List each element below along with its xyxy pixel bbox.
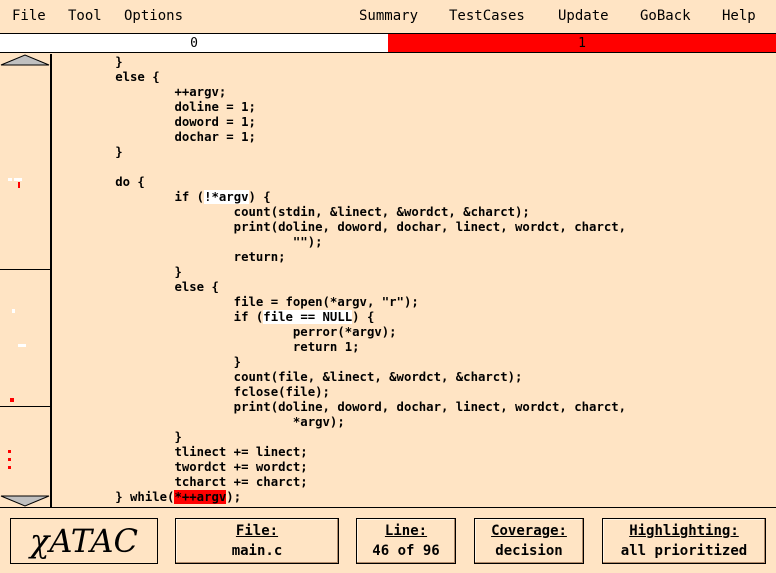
coverage-mark (18, 344, 26, 347)
code-line: perror(*argv); (56, 325, 397, 339)
code-line: tlinect += linect; (56, 445, 308, 459)
code-line: } (56, 430, 182, 444)
coverage-panel-value: decision (495, 543, 563, 559)
atac-logo: χATAC (10, 518, 158, 564)
menu-bar: File Tool Options Summary TestCases Upda… (0, 0, 776, 32)
menu-file[interactable]: File (12, 8, 46, 24)
progress-segment-covered: 0 (0, 34, 388, 52)
code-line: } while(*++argv); (56, 490, 242, 504)
file-panel[interactable]: File: main.c (175, 518, 339, 564)
code-line: fclose(file); (56, 385, 330, 399)
coverage-mark (8, 450, 11, 453)
code-line: dochar = 1; (56, 130, 256, 144)
code-line: count(file, &linect, &wordct, &charct); (56, 370, 523, 384)
code-line: file = fopen(*argv, "r"); (56, 295, 419, 309)
code-line: } (56, 55, 123, 69)
triangle-down-icon[interactable] (0, 495, 50, 507)
code-line: print(doline, doword, dochar, linect, wo… (56, 400, 627, 414)
menu-tool[interactable]: Tool (68, 8, 102, 24)
code-line: if (!*argv) { (56, 190, 271, 204)
menu-testcases[interactable]: TestCases (449, 8, 525, 24)
code-line: return; (56, 250, 286, 264)
file-panel-value: main.c (231, 543, 283, 559)
menu-update[interactable]: Update (558, 8, 609, 24)
uncovered-highlight[interactable]: *++argv (174, 490, 227, 504)
code-line: twordct += wordct; (56, 460, 308, 474)
coverage-mark (10, 398, 14, 402)
menu-options[interactable]: Options (124, 8, 183, 24)
code-line: else { (56, 70, 160, 84)
covered-highlight[interactable]: !*argv (204, 190, 249, 204)
line-panel-value: 46 of 96 (372, 543, 440, 559)
coverage-panel[interactable]: Coverage: decision (474, 518, 584, 564)
code-line: ""); (56, 235, 323, 249)
code-line: } (56, 355, 242, 369)
coverage-mark (8, 458, 11, 461)
highlighting-panel-value: all prioritized (620, 543, 748, 559)
code-line: do { (56, 175, 145, 189)
code-line: if (file == NULL) { (56, 310, 375, 324)
menu-goback[interactable]: GoBack (640, 8, 691, 24)
coverage-mark (8, 466, 11, 469)
coverage-mark (8, 178, 12, 181)
status-bar: χATAC File: main.c Line: 46 of 96 Covera… (0, 507, 776, 573)
code-line: return 1; (56, 340, 360, 354)
code-line: doline = 1; (56, 100, 256, 114)
triangle-up-icon[interactable] (0, 54, 50, 66)
code-line: doword = 1; (56, 115, 256, 129)
menu-help[interactable]: Help (722, 8, 756, 24)
coverage-mark (14, 178, 22, 181)
code-line: *argv); (56, 415, 345, 429)
highlighting-panel-title: Highlighting: (629, 523, 739, 539)
highlighting-panel[interactable]: Highlighting: all prioritized (602, 518, 766, 564)
coverage-progress-bar: 0 1 (0, 33, 776, 53)
code-line: count(stdin, &linect, &wordct, &charct); (56, 205, 530, 219)
code-listing: } else { ++argv; doline = 1; doword = 1;… (56, 55, 776, 505)
code-line: else { (56, 280, 219, 294)
progress-segment-uncovered: 1 (388, 34, 776, 52)
progress-left-value: 0 (190, 35, 198, 51)
overview-scrollbar[interactable] (0, 54, 52, 507)
file-panel-title: File: (235, 523, 279, 539)
source-code-view[interactable]: } else { ++argv; doline = 1; doword = 1;… (56, 55, 776, 507)
line-panel[interactable]: Line: 46 of 96 (356, 518, 456, 564)
covered-highlight[interactable]: file == NULL (263, 310, 353, 324)
code-line: } (56, 145, 123, 159)
coverage-mark (18, 182, 20, 188)
code-line: ++argv; (56, 85, 227, 99)
scroll-thumb[interactable] (0, 269, 50, 407)
line-panel-title: Line: (384, 523, 428, 539)
coverage-mark (12, 309, 15, 313)
code-line: tcharct += charct; (56, 475, 308, 489)
code-line: print(doline, doword, dochar, linect, wo… (56, 220, 627, 234)
progress-right-value: 1 (578, 35, 586, 51)
code-line: } (56, 265, 182, 279)
menu-summary[interactable]: Summary (359, 8, 418, 24)
coverage-panel-title: Coverage: (491, 523, 567, 539)
